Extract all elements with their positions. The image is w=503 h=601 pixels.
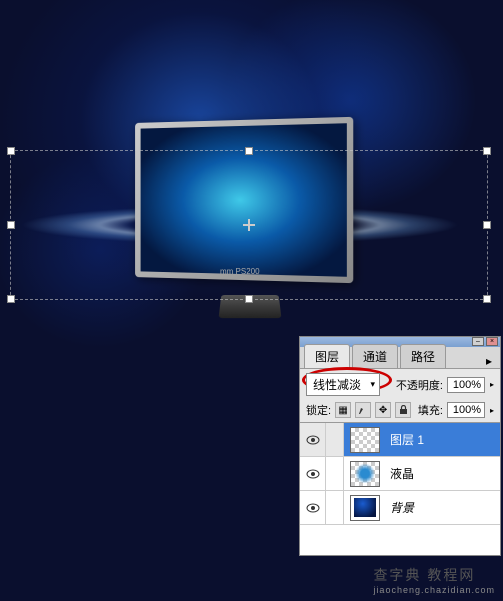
panel-tabs: 图层 通道 路径 ▸ <box>300 347 500 369</box>
eye-icon <box>306 503 320 513</box>
transform-handle-top-middle[interactable] <box>245 147 253 155</box>
layer-thumbnail[interactable] <box>350 427 380 453</box>
layer-visibility-toggle[interactable] <box>300 423 326 456</box>
lock-all-icon[interactable] <box>395 402 411 418</box>
opacity-flyout-icon[interactable]: ▸ <box>490 380 494 389</box>
transform-handle-middle-right[interactable] <box>483 221 491 229</box>
transform-handle-top-right[interactable] <box>483 147 491 155</box>
lock-row: 锁定: ▦ ✥ 填充: 100% ▸ <box>300 400 500 422</box>
layer-row[interactable]: 图层 1 <box>300 423 500 457</box>
tab-channels[interactable]: 通道 <box>352 344 398 368</box>
transform-center-icon[interactable] <box>243 219 255 231</box>
watermark-sub: jiaocheng.chazidian.com <box>373 585 495 595</box>
fill-label: 填充: <box>418 402 443 418</box>
layer-visibility-toggle[interactable] <box>300 457 326 490</box>
layers-panel: – × 图层 通道 路径 ▸ 线性减淡 不透明度: 100% ▸ 锁定: ▦ ✥… <box>299 336 501 556</box>
watermark: 查字典 教程网 jiaocheng.chazidian.com <box>373 565 495 595</box>
layer-link-column[interactable] <box>326 423 344 456</box>
thumbnail-art <box>354 464 376 483</box>
transform-handle-bottom-middle[interactable] <box>245 295 253 303</box>
panel-menu-button[interactable]: ▸ <box>482 354 496 368</box>
lock-transparency-icon[interactable]: ▦ <box>335 402 351 418</box>
tab-layers[interactable]: 图层 <box>304 344 350 368</box>
tab-paths[interactable]: 路径 <box>400 344 446 368</box>
fill-flyout-icon[interactable]: ▸ <box>490 406 494 415</box>
layer-link-column[interactable] <box>326 491 344 524</box>
layer-name-label[interactable]: 背景 <box>386 499 418 516</box>
eye-icon <box>306 435 320 445</box>
lock-position-icon[interactable]: ✥ <box>375 402 391 418</box>
fill-input[interactable]: 100% <box>447 402 485 418</box>
layer-row[interactable]: 背景 <box>300 491 500 525</box>
layer-thumbnail[interactable] <box>350 461 380 487</box>
watermark-main: 查字典 教程网 <box>373 567 475 583</box>
panel-minimize-button[interactable]: – <box>472 337 484 346</box>
opacity-label: 不透明度: <box>396 377 443 393</box>
layer-link-column[interactable] <box>326 457 344 490</box>
opacity-input[interactable]: 100% <box>447 377 485 393</box>
layer-name-label[interactable]: 图层 1 <box>386 431 428 448</box>
menu-arrow-icon: ▸ <box>486 354 492 368</box>
blend-mode-value: 线性减淡 <box>313 376 361 393</box>
eye-icon <box>306 469 320 479</box>
layer-thumbnail[interactable] <box>350 495 380 521</box>
transform-handle-bottom-right[interactable] <box>483 295 491 303</box>
panel-close-button[interactable]: × <box>486 337 498 346</box>
transform-handle-bottom-left[interactable] <box>7 295 15 303</box>
lock-pixels-icon[interactable] <box>355 402 371 418</box>
transform-handle-middle-left[interactable] <box>7 221 15 229</box>
layer-list: 图层 1 液晶 背景 <box>300 422 500 555</box>
transform-handle-top-left[interactable] <box>7 147 15 155</box>
layer-list-empty-area[interactable] <box>300 525 500 555</box>
blend-row: 线性减淡 不透明度: 100% ▸ <box>300 369 500 400</box>
thumbnail-art <box>354 498 376 517</box>
lock-label: 锁定: <box>306 402 331 418</box>
layer-name-label[interactable]: 液晶 <box>386 465 418 482</box>
blend-mode-select[interactable]: 线性减淡 <box>306 373 380 396</box>
layer-row[interactable]: 液晶 <box>300 457 500 491</box>
transform-bounding-box[interactable] <box>10 150 488 300</box>
layer-visibility-toggle[interactable] <box>300 491 326 524</box>
